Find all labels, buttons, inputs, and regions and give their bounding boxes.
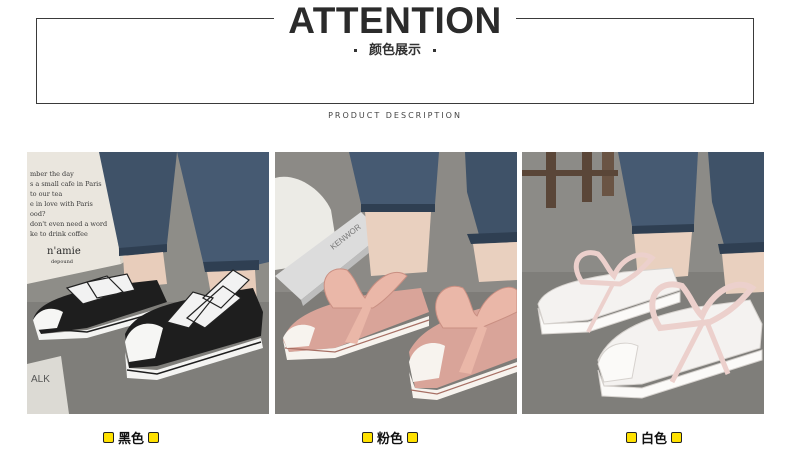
product-description-label: PRODUCT DESCRIPTION (328, 111, 462, 120)
subtitle-left-dot (353, 49, 357, 52)
bag-line-6: don't even need a word (30, 220, 107, 228)
color-label-text: 黑色 (118, 431, 145, 447)
color-label-white: 白色 (622, 428, 686, 447)
bag-line-4: e in love with Paris (30, 200, 93, 208)
floor-paper-text: ALK (31, 374, 50, 385)
bag-line-3: to our tea (30, 190, 62, 198)
bag-line-5: ood? (30, 210, 46, 218)
photo-black-shoes: mber the day s a small cafe in Paris to … (27, 152, 269, 414)
bag-line-1: mber the day (30, 170, 74, 178)
label-square-left (626, 431, 637, 443)
label-square-left (362, 431, 373, 443)
bag-line-2: s a small cafe in Paris (30, 180, 102, 188)
bag-subbrand: depound (51, 259, 74, 265)
color-label-text: 白色 (641, 431, 668, 447)
label-square-right (407, 431, 419, 443)
color-label-pink: 粉色 (358, 428, 422, 447)
subtitle-right-dot (433, 49, 436, 52)
label-square-right (148, 431, 160, 443)
bag-brand: n'amie (47, 246, 81, 257)
photo-white-shoes (522, 152, 764, 414)
label-square-left (103, 431, 114, 443)
subtitle-text: 颜色展示 (368, 43, 421, 58)
bag-line-7: ke to drink coffee (30, 230, 88, 238)
color-label-text: 粉色 (377, 431, 404, 447)
header-title: ATTENTION (288, 0, 502, 41)
label-square-right (671, 431, 683, 443)
photo-pink-shoes: KENWOR (275, 152, 517, 414)
header-subtitle: 颜色展示 (0, 42, 790, 60)
color-label-black: 黑色 (99, 428, 163, 447)
